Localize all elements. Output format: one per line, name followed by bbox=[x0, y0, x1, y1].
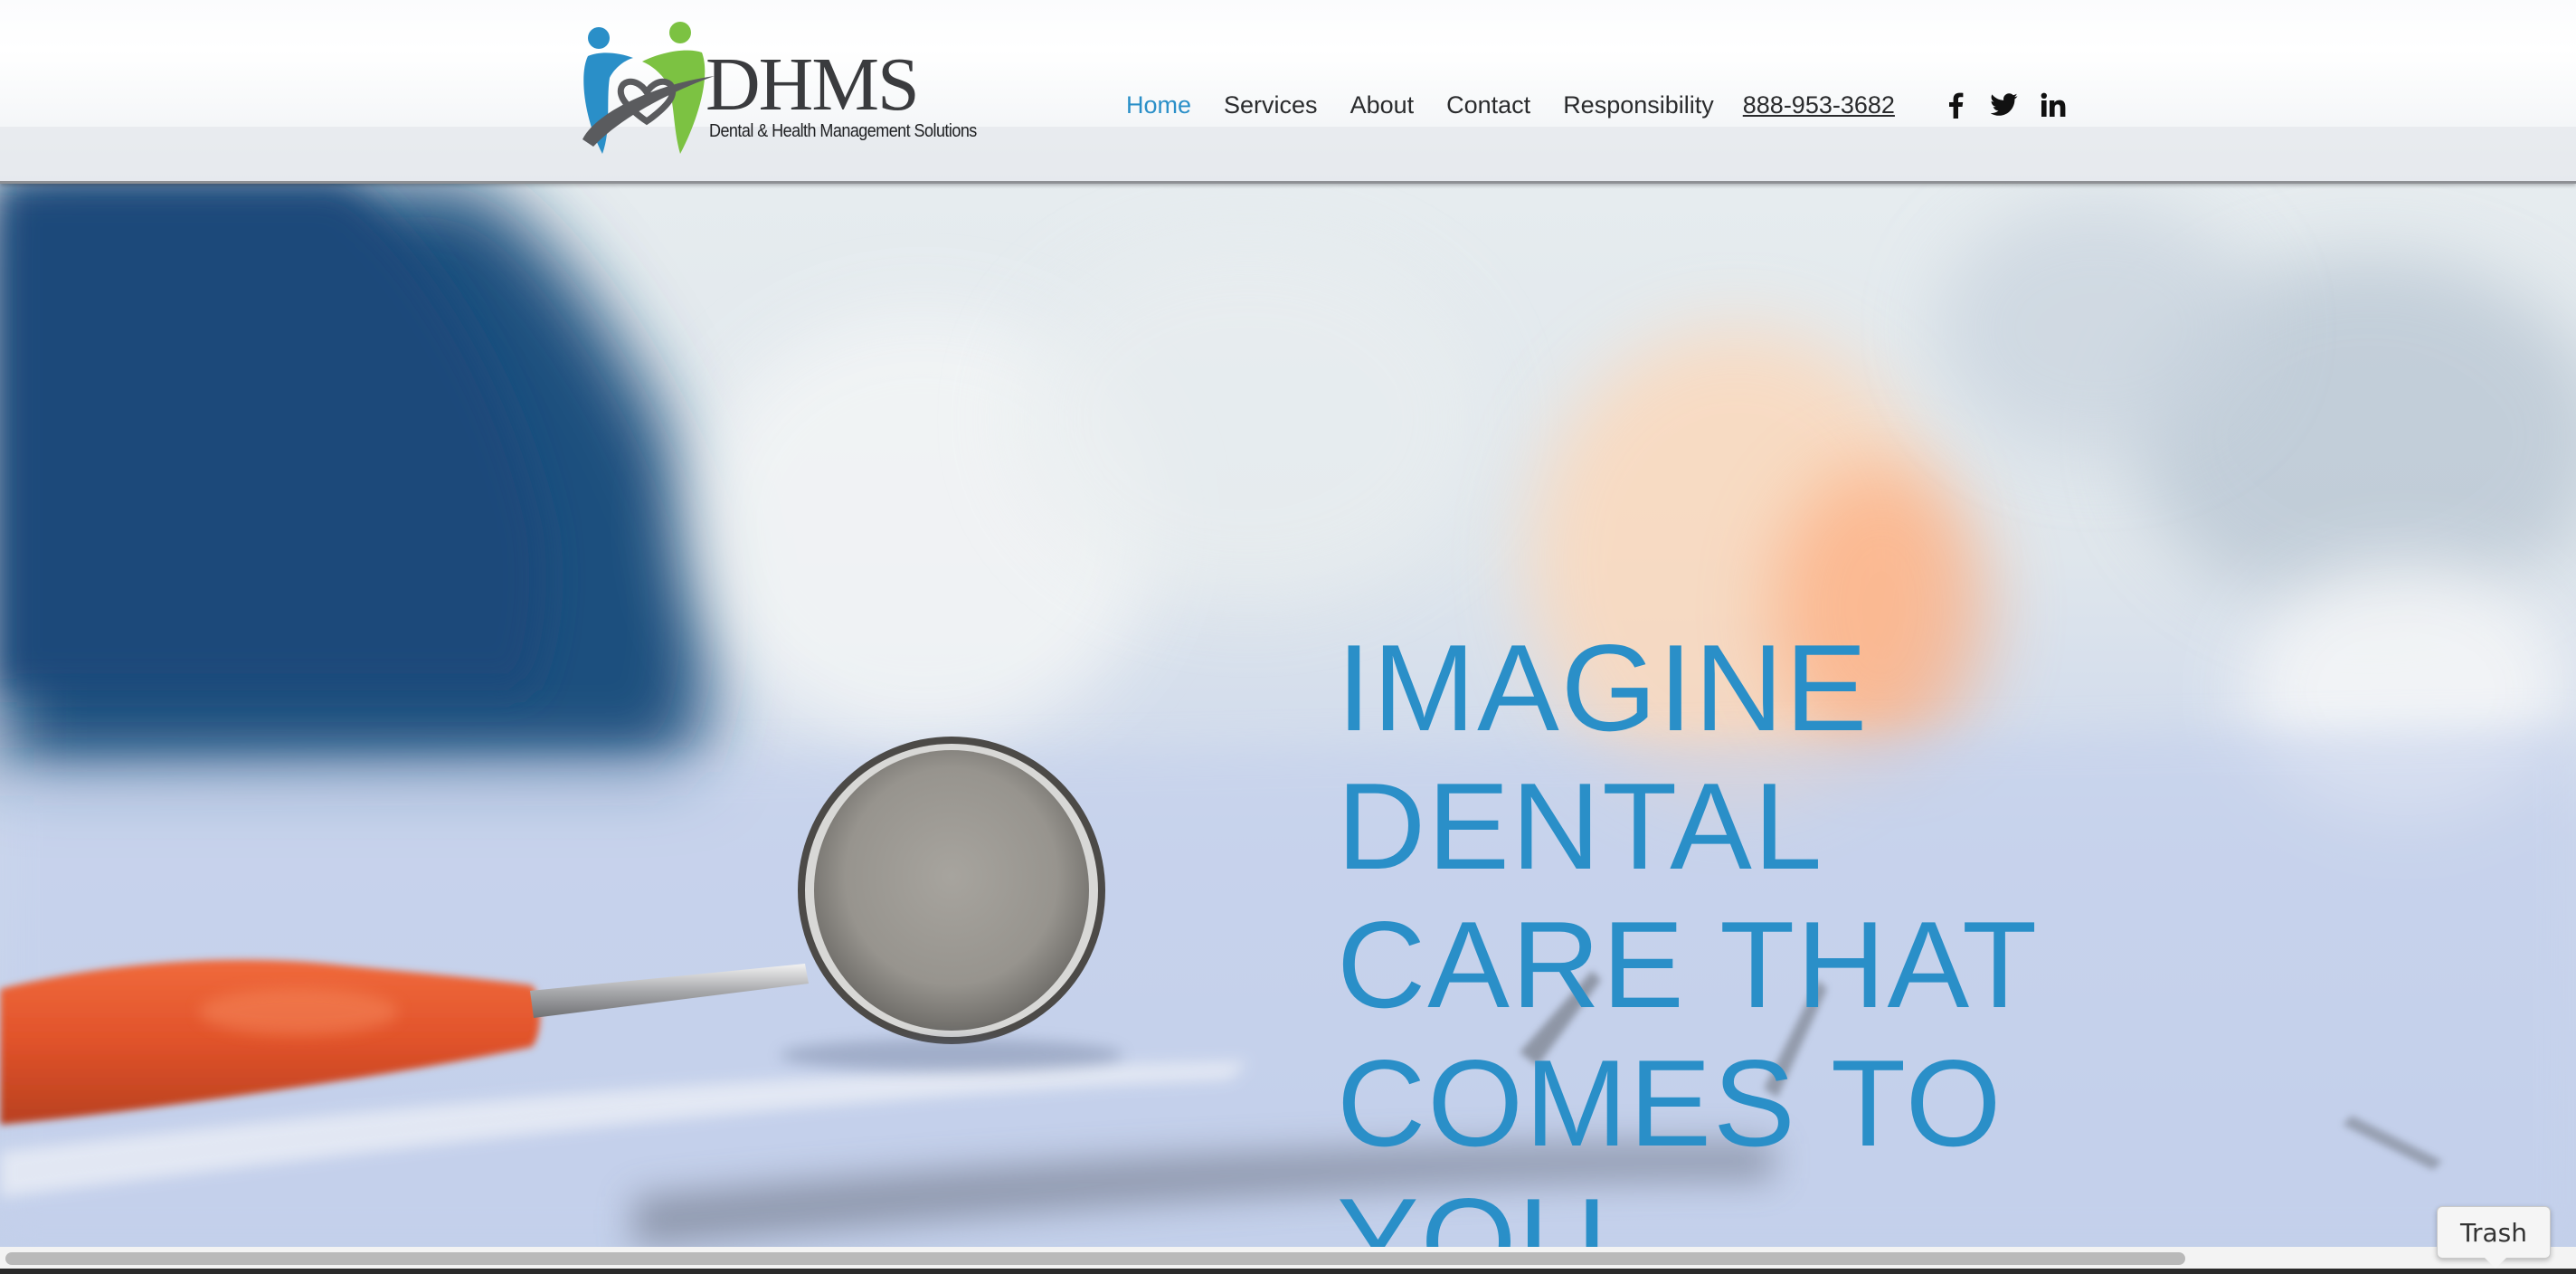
page: DHMS Dental & Health Management Solution… bbox=[0, 0, 2576, 1274]
logo-wordmark: DHMS bbox=[706, 43, 920, 127]
facebook-icon[interactable] bbox=[1942, 91, 1969, 119]
headline-line: COMES TO bbox=[1337, 1034, 2003, 1173]
nav-item-home[interactable]: Home bbox=[1126, 91, 1191, 119]
nav-item-about[interactable]: About bbox=[1350, 91, 1415, 119]
headline-line: IMAGINE bbox=[1337, 619, 1870, 757]
scrollbar-thumb[interactable] bbox=[5, 1252, 2185, 1265]
logo-tagline: Dental & Health Management Solutions bbox=[709, 121, 977, 141]
nav-item-services[interactable]: Services bbox=[1224, 91, 1318, 119]
twitter-icon[interactable] bbox=[1990, 91, 2018, 119]
hero-section: IMAGINE DENTAL CARE THAT COMES TO YOU bbox=[0, 184, 2576, 1247]
headline-line: DENTAL bbox=[1337, 757, 1824, 896]
headline-line: YOU bbox=[1337, 1173, 1609, 1247]
linkedin-icon[interactable] bbox=[2040, 91, 2067, 119]
phone-link[interactable]: 888-953-3682 bbox=[1743, 91, 1895, 119]
main-nav: Home Services About Contact Responsibili… bbox=[1126, 87, 2088, 123]
social-bar bbox=[1942, 91, 2088, 119]
site-header: DHMS Dental & Health Management Solution… bbox=[0, 0, 2576, 184]
site-logo[interactable]: DHMS Dental & Health Management Solution… bbox=[579, 20, 977, 156]
hero-headline: IMAGINE DENTAL CARE THAT COMES TO YOU bbox=[1337, 619, 2060, 1247]
trash-tooltip: Trash bbox=[2437, 1206, 2551, 1269]
dental-mirror-photo bbox=[0, 184, 2576, 1247]
headline-line: CARE THAT bbox=[1337, 896, 2040, 1034]
nav-item-contact[interactable]: Contact bbox=[1446, 91, 1530, 119]
window-bottom-edge bbox=[0, 1269, 2576, 1274]
nav-item-responsibility[interactable]: Responsibility bbox=[1563, 91, 1714, 119]
tooth-logo-icon bbox=[582, 22, 715, 154]
